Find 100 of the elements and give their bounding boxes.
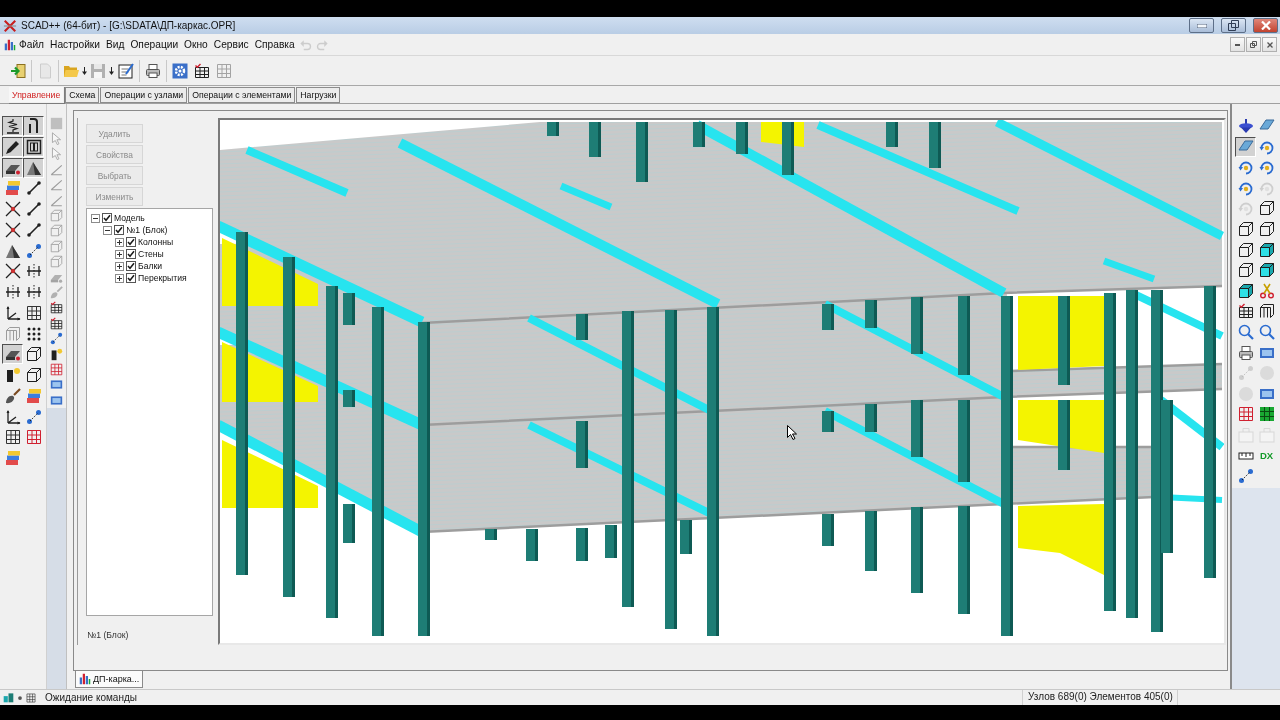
tree-item[interactable]: Стены (138, 249, 164, 259)
menu-item[interactable]: Сервис (210, 39, 252, 50)
brush-icon (50, 286, 63, 299)
minimize-button[interactable] (1230, 37, 1245, 52)
plus-box-icon[interactable] (115, 261, 124, 271)
grid-icon (26, 692, 36, 703)
checkbox[interactable] (126, 249, 136, 259)
tree-item[interactable]: Перекрытия (138, 273, 187, 283)
checkbox[interactable] (126, 273, 136, 283)
close-icon (1266, 41, 1273, 48)
node-pair-icon (1237, 468, 1254, 485)
tool-button[interactable] (2, 344, 23, 365)
restore-button[interactable] (1246, 37, 1261, 52)
brush-icon (4, 387, 21, 404)
tree-item[interactable]: Балки (138, 261, 162, 271)
bar-chart-icon (4, 38, 16, 51)
cube-icon (1237, 241, 1254, 258)
minimize-icon (1235, 43, 1240, 46)
minimize-icon (1196, 23, 1207, 28)
minus-box-icon[interactable] (103, 225, 112, 235)
cube-icon (50, 255, 63, 269)
search-icon (1258, 323, 1275, 340)
pointer-icon (50, 132, 63, 146)
grid-icon (4, 429, 21, 446)
close-button[interactable] (1253, 18, 1278, 33)
redo-arrow-icon (315, 38, 328, 51)
rotate-arrow-icon (1258, 159, 1275, 176)
menu-item[interactable]: Вид (103, 39, 128, 50)
column-icon (4, 367, 21, 383)
tab[interactable]: Схема (65, 87, 100, 103)
close-button[interactable] (1262, 37, 1277, 52)
search-icon (1237, 323, 1254, 340)
checkbox[interactable] (126, 237, 136, 247)
node-pair-icon (25, 242, 42, 259)
tool-button[interactable] (23, 157, 44, 178)
frame-icon (4, 325, 21, 342)
dimension-icon (25, 284, 42, 300)
cube-icon (1237, 262, 1254, 279)
document-icon (37, 62, 53, 79)
pencil-icon (4, 138, 21, 155)
tree-item[interactable]: №1 (Блок) (126, 225, 168, 235)
tab[interactable]: Нагрузки (296, 87, 341, 103)
plus-box-icon[interactable] (115, 249, 124, 259)
menu-item[interactable]: Справка (251, 39, 298, 50)
menu-item[interactable]: Настройки (47, 39, 103, 50)
tab[interactable]: Управление (8, 86, 65, 103)
cube-icon (1258, 262, 1275, 279)
pointer-icon (50, 147, 63, 161)
cube-icon (1237, 282, 1254, 299)
grid-icon (1258, 406, 1275, 423)
checkbox[interactable] (114, 225, 124, 235)
briefcase-icon (1258, 426, 1275, 443)
layers-icon (4, 450, 21, 466)
checkbox[interactable] (126, 261, 136, 271)
tool-button[interactable] (23, 136, 44, 157)
node-pair-icon (1237, 365, 1254, 382)
cube-icon (25, 367, 42, 383)
plus-box-icon[interactable] (115, 237, 124, 247)
cross-node-icon (4, 201, 21, 217)
cube-icon (1258, 241, 1275, 258)
dot-icon (17, 694, 23, 701)
tool-button[interactable] (2, 157, 23, 178)
tool-button[interactable] (2, 136, 23, 157)
menu-item[interactable]: Операции (127, 39, 182, 50)
printer-icon (1237, 344, 1254, 361)
restore-icon (1250, 41, 1257, 48)
document-tab[interactable]: ДП-карка... (75, 671, 144, 688)
diagonal-bar-icon (25, 201, 42, 217)
checkbox[interactable] (102, 213, 112, 223)
minimize-button[interactable] (1189, 18, 1214, 33)
tool-button[interactable] (2, 116, 23, 136)
tree-item[interactable]: Колонны (138, 237, 174, 247)
screen-icon (50, 378, 63, 392)
angle-icon (50, 178, 63, 192)
cube-icon (1237, 220, 1254, 237)
grid-icon (50, 362, 63, 376)
axes-icon (4, 408, 21, 425)
table-icon (1237, 303, 1254, 320)
tab[interactable]: Операции с узлами (100, 87, 188, 103)
minus-box-icon[interactable] (91, 213, 100, 223)
close-icon (1260, 21, 1271, 30)
table-icon (194, 62, 210, 79)
bar-chart-icon (79, 673, 91, 685)
menu-item[interactable]: Файл (16, 39, 48, 50)
tool-button[interactable] (23, 116, 44, 136)
tool-button[interactable] (1235, 136, 1256, 157)
cube-icon (25, 346, 42, 363)
angle-icon (50, 193, 63, 207)
cube-icon (1258, 220, 1275, 237)
tree-item[interactable]: Модель (114, 213, 145, 223)
spring-icon (4, 118, 21, 134)
menu-item[interactable]: Окно (181, 39, 211, 50)
tab[interactable]: Операции с элементами (188, 87, 296, 103)
restore-button[interactable] (1221, 18, 1246, 33)
cube-icon (1258, 200, 1275, 217)
status-counts: Узлов 689(0) Элементов 405(0) (1022, 690, 1178, 705)
plus-box-icon[interactable] (115, 273, 124, 283)
cube-icon (50, 224, 63, 238)
panel-icon (25, 138, 42, 155)
window-title: SCAD++ (64-бит) - [G:\SDATA\ДП-каркас.OPR] (21, 20, 237, 31)
